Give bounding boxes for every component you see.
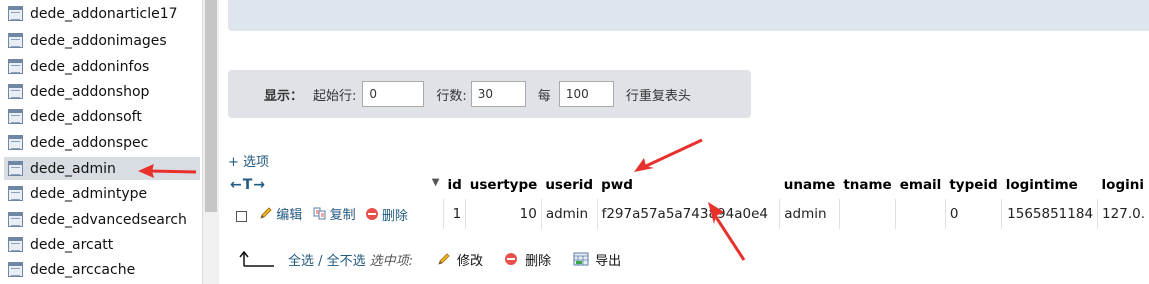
sidebar-table-list: dede_addonarticle17 dede_addonimages ded…	[0, 0, 202, 284]
sidebar-item-dede-advancedsearch[interactable]: dede_advancedsearch	[4, 208, 200, 231]
display-label: 显示：	[264, 88, 304, 104]
cell-id[interactable]: 1	[443, 199, 467, 229]
select-all-toggle[interactable]: 全选 / 全不选	[288, 250, 366, 269]
bulk-delete-button[interactable]: 删除	[505, 250, 551, 269]
cell-userid[interactable]: admin	[541, 199, 598, 229]
pencil-icon	[260, 207, 272, 219]
top-message-bar	[228, 0, 1149, 31]
delete-button[interactable]: 删除	[365, 205, 408, 224]
column-header-id[interactable]: id	[443, 171, 465, 199]
sidebar-item-dede-addonshop[interactable]: dede_addonshop	[4, 80, 200, 103]
annotation-arrow-icon	[634, 138, 703, 172]
copy-icon	[313, 207, 326, 220]
export-icon	[573, 252, 589, 266]
options-link[interactable]: + 选项	[228, 151, 269, 170]
table-header-row: ←T→ ▼ id usertype userid pwd uname tname…	[226, 171, 1149, 199]
table-icon	[8, 59, 23, 74]
column-header-email[interactable]: email	[896, 171, 946, 199]
delete-label: 删除	[381, 208, 408, 224]
table-icon	[8, 84, 23, 99]
sidebar-item-label: dede_addoninfos	[30, 58, 150, 75]
sidebar-item-label: dede_arcatt	[30, 236, 114, 253]
sidebar-item-label: dede_addonimages	[30, 32, 167, 49]
table-icon	[8, 135, 23, 150]
sidebar-item-dede-addonarticle17[interactable]: dede_addonarticle17	[4, 2, 200, 25]
sidebar-scrollbar[interactable]	[202, 0, 219, 284]
copy-label: 复制	[329, 207, 356, 223]
start-row-input[interactable]	[362, 81, 425, 107]
bulk-export-button[interactable]: 导出	[573, 250, 621, 269]
sidebar-item-label: dede_arccache	[30, 261, 136, 278]
bulk-actions-bar: 全选 / 全不选 选中项: 修改 删除 导出	[238, 247, 621, 271]
sidebar-item-dede-arccache[interactable]: dede_arccache	[4, 258, 200, 281]
export-label: 导出	[595, 253, 622, 269]
delete-label: 删除	[525, 253, 552, 269]
nav-header: ←T→ ▼	[226, 171, 443, 199]
every-label: 每	[537, 88, 551, 104]
results-table: ←T→ ▼ id usertype userid pwd uname tname…	[226, 171, 1149, 229]
sidebar-item-dede-admintype[interactable]: dede_admintype	[4, 182, 200, 205]
sidebar-scrollbar-thumb[interactable]	[205, 0, 217, 212]
bulk-modify-button[interactable]: 修改	[437, 250, 483, 269]
table-icon	[8, 186, 23, 201]
repeat-header-input[interactable]	[558, 81, 614, 107]
sidebar-item-label: dede_addonspec	[30, 134, 149, 151]
column-header-loginip[interactable]: logini	[1098, 171, 1149, 199]
table-row: 编辑 复制 删除 1 10 admin f297a57a5a743894a0e4…	[226, 199, 1149, 229]
edit-label: 编辑	[276, 207, 303, 223]
delete-icon	[365, 208, 378, 221]
edit-button[interactable]: 编辑	[259, 204, 302, 223]
row-actions-cell: 编辑 复制 删除	[226, 199, 444, 229]
repeat-header-label: 行重复表头	[625, 88, 691, 104]
sidebar-item-dede-addoninfos[interactable]: dede_addoninfos	[4, 55, 200, 78]
cell-pwd[interactable]: f297a57a5a743894a0e4	[597, 199, 781, 229]
column-header-typeid[interactable]: typeid	[945, 171, 1001, 199]
row-checkbox[interactable]	[236, 210, 247, 222]
arrow-up-icon	[239, 250, 274, 267]
sidebar-item-label: dede_addonsoft	[30, 108, 142, 125]
rows-input[interactable]	[470, 81, 526, 107]
cell-uname[interactable]: admin	[779, 199, 840, 229]
sidebar-item-dede-arcatt[interactable]: dede_arcatt	[4, 233, 200, 256]
sidebar-item-dede-addonsoft[interactable]: dede_addonsoft	[4, 105, 200, 128]
column-header-userid[interactable]: userid	[541, 171, 597, 199]
modify-label: 修改	[457, 253, 484, 269]
column-header-pwd[interactable]: pwd	[597, 171, 780, 199]
cell-tname[interactable]	[839, 199, 897, 229]
column-header-logintime[interactable]: logintime	[1002, 171, 1098, 199]
cell-logintime[interactable]: 1565851184	[1001, 199, 1099, 229]
cell-email[interactable]	[895, 199, 946, 229]
annotation-arrow-icon	[708, 202, 746, 261]
column-header-usertype[interactable]: usertype	[466, 171, 542, 199]
sidebar-item-label: dede_admintype	[30, 185, 148, 202]
table-icon	[8, 212, 23, 227]
table-icon	[8, 237, 23, 252]
sidebar-item-label: dede_addonshop	[30, 83, 150, 100]
cell-loginip[interactable]: 127.0.	[1097, 199, 1149, 229]
column-header-tname[interactable]: tname	[839, 171, 895, 199]
sort-dropdown-icon[interactable]: ▼	[432, 177, 440, 188]
rows-label: 行数:	[436, 88, 467, 104]
table-icon	[8, 109, 23, 124]
start-row-label: 起始行:	[313, 88, 357, 104]
table-icon	[8, 262, 23, 277]
sidebar-item-label: dede_addonarticle17	[30, 5, 178, 22]
cell-usertype[interactable]: 10	[465, 199, 542, 229]
sidebar-item-label: dede_advancedsearch	[30, 211, 187, 228]
sidebar-item-dede-addonimages[interactable]: dede_addonimages	[4, 29, 200, 52]
annotation-arrow-icon	[138, 164, 197, 178]
delete-icon	[505, 253, 518, 265]
sidebar-item-label: dede_admin	[30, 160, 116, 177]
table-icon	[8, 33, 23, 48]
column-nav-arrows[interactable]: ←T→	[230, 177, 266, 193]
table-icon	[8, 161, 23, 176]
pencil-icon	[438, 253, 450, 265]
sidebar-item-dede-addonspec[interactable]: dede_addonspec	[4, 131, 200, 154]
display-options-panel: 显示： 起始行: 行数: 每 行重复表头	[228, 70, 751, 118]
copy-button[interactable]: 复制	[313, 204, 356, 223]
cell-typeid[interactable]: 0	[945, 199, 1003, 229]
column-header-uname[interactable]: uname	[780, 171, 840, 199]
selected-items-label: 选中项:	[369, 253, 414, 269]
table-icon	[8, 6, 23, 21]
